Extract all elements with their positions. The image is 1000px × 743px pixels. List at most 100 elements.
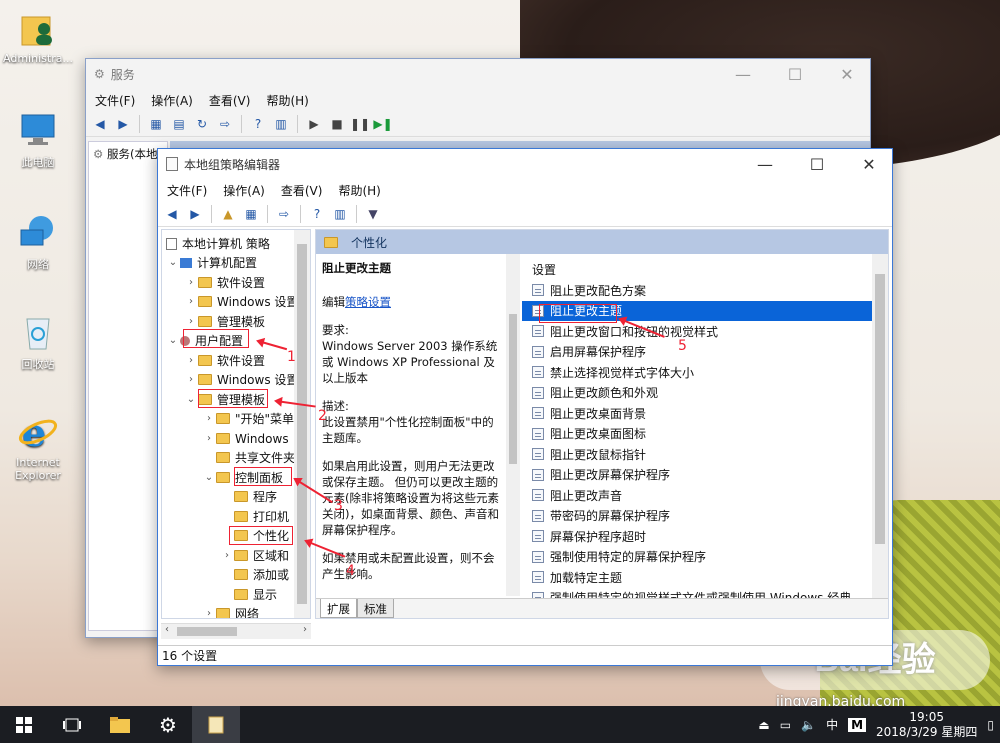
gpedit-taskbar-button[interactable] — [192, 706, 240, 743]
tree-display[interactable]: 显示 — [234, 585, 277, 604]
tree-add-remove[interactable]: 添加或 — [234, 565, 289, 584]
setting-item[interactable]: 阻止更改声音 — [522, 485, 874, 506]
desktop-icon-administrator[interactable]: Administra... — [0, 8, 76, 65]
properties-icon[interactable]: ▥ — [330, 204, 350, 224]
minimize-button[interactable]: — — [720, 59, 766, 89]
menu-action[interactable]: 操作(A) — [223, 182, 265, 199]
refresh-icon[interactable]: ↻ — [192, 114, 212, 134]
menu-view[interactable]: 查看(V) — [209, 92, 251, 109]
setting-item[interactable]: 阻止更改桌面背景 — [522, 403, 874, 424]
services-taskbar-button[interactable]: ⚙ — [144, 706, 192, 743]
console-icon[interactable]: ▦ — [146, 114, 166, 134]
network-icon[interactable]: ▭ — [780, 718, 791, 732]
tree-cc-software[interactable]: › 软件设置 — [184, 273, 265, 292]
maximize-button[interactable]: ☐ — [794, 149, 840, 179]
export-icon[interactable]: ⇨ — [215, 114, 235, 134]
setting-item[interactable]: 禁止选择视觉样式字体大小 — [522, 362, 874, 383]
setting-item[interactable]: 强制使用特定的屏幕保护程序 — [522, 547, 874, 568]
desktop-icon-network[interactable]: 网络 — [0, 212, 76, 272]
tree-printers[interactable]: 打印机 — [234, 507, 289, 526]
back-icon[interactable]: ◀ — [162, 204, 182, 224]
notification-icon[interactable]: ▯ — [987, 718, 994, 732]
setting-item[interactable]: 阻止更改屏幕保护程序 — [522, 465, 874, 486]
menu-help[interactable]: 帮助(H) — [266, 92, 308, 109]
tree-programs[interactable]: 程序 — [234, 487, 277, 506]
help-icon[interactable]: ? — [307, 204, 327, 224]
tree-network[interactable]: › 网络 — [202, 604, 259, 618]
desktop-icon-ie[interactable]: e Internet Explorer — [0, 412, 76, 482]
tree-start-menu[interactable]: › "开始"菜单 — [202, 409, 294, 428]
menu-action[interactable]: 操作(A) — [151, 92, 193, 109]
close-button[interactable]: ✕ — [846, 149, 892, 179]
filter-icon[interactable]: ▼ — [363, 204, 383, 224]
file-explorer-button[interactable] — [96, 706, 144, 743]
setting-item[interactable]: 启用屏幕保护程序 — [522, 342, 874, 363]
chevron-right-icon[interactable]: › — [184, 316, 198, 327]
setting-item[interactable]: 阻止更改窗口和按钮的视觉样式 — [522, 321, 874, 342]
chevron-down-icon[interactable]: ⌄ — [166, 257, 180, 268]
tab-extended[interactable]: 扩展 — [320, 599, 357, 618]
list-icon[interactable]: ▤ — [169, 114, 189, 134]
setting-item[interactable]: 阻止更改桌面图标 — [522, 424, 874, 445]
back-icon[interactable]: ◀ — [90, 114, 110, 134]
tree-windows-components[interactable]: › Windows — [202, 429, 289, 448]
menu-help[interactable]: 帮助(H) — [338, 182, 380, 199]
tree-cc-windows[interactable]: › Windows 设置 — [184, 292, 298, 311]
setting-item[interactable]: 阻止更改颜色和外观 — [522, 383, 874, 404]
console-tree-icon[interactable]: ▦ — [241, 204, 261, 224]
services-tree-item[interactable]: ⚙ 服务(本地) — [89, 142, 167, 166]
tree-horizontal-scrollbar[interactable]: ‹ › — [161, 623, 311, 639]
setting-item[interactable]: 阻止更改鼠标指针 — [522, 444, 874, 465]
tree-region[interactable]: › 区域和 — [220, 546, 289, 565]
tree-uc-software[interactable]: › 软件设置 — [184, 351, 265, 370]
start-button[interactable] — [0, 706, 48, 743]
chevron-right-icon[interactable]: › — [184, 296, 198, 307]
task-view-button[interactable] — [48, 706, 96, 743]
chevron-right-icon[interactable]: › — [184, 355, 198, 366]
help-icon[interactable]: ? — [248, 114, 268, 134]
tab-standard[interactable]: 标准 — [357, 599, 394, 618]
pause-icon[interactable]: ❚❚ — [350, 114, 370, 134]
tree-uc-windows[interactable]: › Windows 设置 — [184, 370, 298, 389]
ime-indicator[interactable]: 中 — [826, 716, 838, 733]
settings-list-scrollbar[interactable] — [872, 254, 888, 598]
export-icon[interactable]: ⇨ — [274, 204, 294, 224]
setting-item[interactable]: 加载特定主题 — [522, 567, 874, 588]
ime-mode-indicator[interactable]: M — [848, 717, 867, 732]
play-icon[interactable]: ▶ — [304, 114, 324, 134]
restart-icon[interactable]: ▶❚ — [373, 114, 393, 134]
description-scrollbar[interactable] — [506, 254, 520, 596]
maximize-button[interactable]: ☐ — [772, 59, 818, 89]
tree-shared-folders[interactable]: 共享文件夹 — [216, 448, 295, 467]
usb-icon[interactable]: ⏏ — [758, 718, 769, 732]
up-folder-icon[interactable]: ▲ — [218, 204, 238, 224]
menu-file[interactable]: 文件(F) — [95, 92, 135, 109]
minimize-button[interactable]: — — [742, 149, 788, 179]
properties-icon[interactable]: ▥ — [271, 114, 291, 134]
chevron-right-icon[interactable]: › — [202, 433, 216, 444]
policy-tree[interactable]: 本地计算机 策略 ⌄ 计算机配置 › 软件设置 › Windows 设置 › 管… — [161, 229, 311, 619]
desktop-icon-this-pc[interactable]: 此电脑 — [0, 110, 76, 170]
setting-item[interactable]: 带密码的屏幕保护程序 — [522, 506, 874, 527]
stop-icon[interactable]: ■ — [327, 114, 347, 134]
close-button[interactable]: ✕ — [824, 59, 870, 89]
services-titlebar[interactable]: ⚙ 服务 — ☐ ✕ — [86, 59, 870, 89]
edit-policy-link[interactable]: 策略设置 — [345, 295, 391, 309]
chevron-right-icon[interactable]: › — [220, 550, 234, 561]
tree-root[interactable]: 本地计算机 策略 — [166, 234, 270, 253]
chevron-down-icon[interactable]: ⌄ — [166, 335, 180, 346]
desktop-icon-recycle-bin[interactable]: 回收站 — [0, 312, 76, 372]
gpedit-titlebar[interactable]: 本地组策略编辑器 — ☐ ✕ — [158, 149, 892, 179]
menu-file[interactable]: 文件(F) — [167, 182, 207, 199]
chevron-right-icon[interactable]: › — [184, 374, 198, 385]
setting-item[interactable]: 屏幕保护程序超时 — [522, 526, 874, 547]
chevron-right-icon[interactable]: › — [202, 413, 216, 424]
setting-item[interactable]: 阻止更改配色方案 — [522, 280, 874, 301]
chevron-right-icon[interactable]: › — [184, 277, 198, 288]
tree-vertical-scrollbar[interactable] — [294, 230, 310, 618]
column-header-setting[interactable]: 设置 — [522, 254, 874, 280]
forward-icon[interactable]: ▶ — [185, 204, 205, 224]
setting-item[interactable]: 强制使用特定的视觉样式文件或强制使用 Windows 经典 — [522, 588, 874, 598]
clock[interactable]: 19:05 2018/3/29 星期四 — [876, 710, 977, 740]
volume-icon[interactable]: 🔈 — [801, 718, 816, 732]
